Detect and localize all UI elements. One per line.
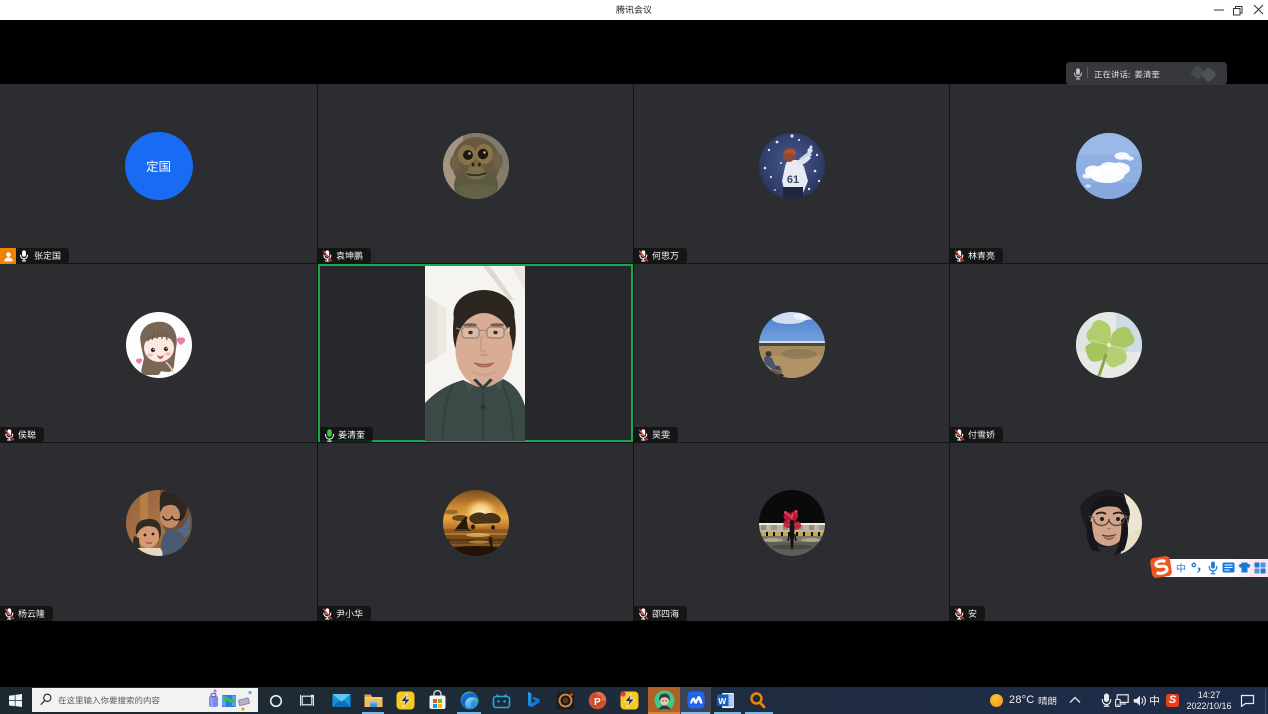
svg-text:P: P bbox=[594, 697, 601, 708]
svg-text:61: 61 bbox=[786, 174, 798, 186]
svg-text:W: W bbox=[718, 696, 727, 706]
